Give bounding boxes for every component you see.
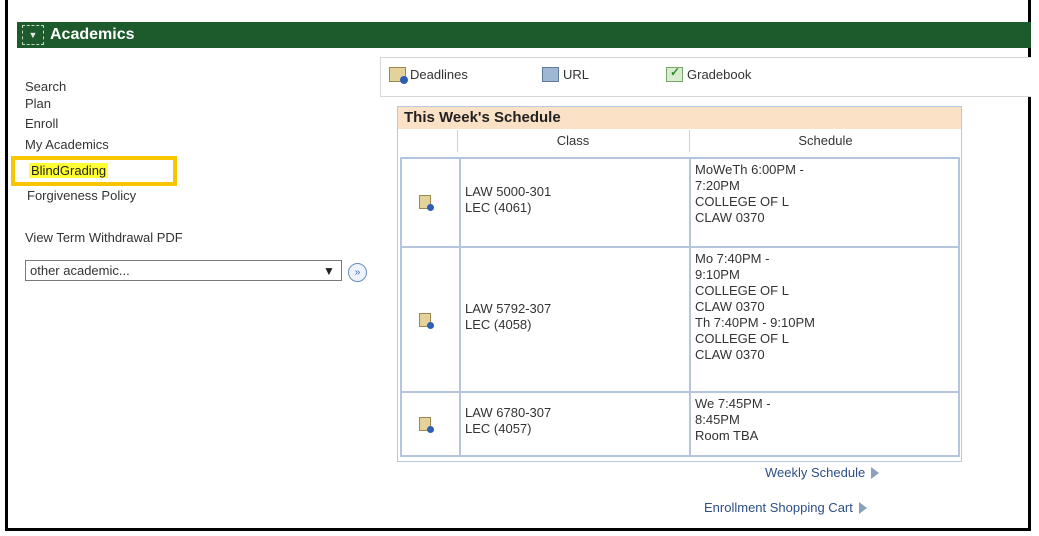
schedule-cell: We 7:45PM - 8:45PM Room TBA [691, 393, 958, 455]
weekly-schedule-label: Weekly Schedule [765, 465, 866, 480]
select-value: other academic... [30, 263, 130, 278]
class-details-icon[interactable] [419, 195, 434, 211]
schedule-line: 9:10PM [695, 267, 740, 282]
schedule-title: This Week's Schedule [398, 107, 961, 129]
arrow-right-icon [858, 501, 867, 514]
toolbar: Deadlines URL Gradebook [380, 57, 1031, 97]
table-row: LAW 5792-307 LEC (4058) Mo 7:40PM - 9:10… [400, 246, 960, 393]
schedule-line: CLAW 0370 [695, 347, 765, 362]
class-details-icon[interactable] [419, 417, 434, 433]
deadlines-label: Deadlines [410, 67, 468, 82]
class-details-icon[interactable] [419, 313, 434, 329]
table-row: LAW 6780-307 LEC (4057) We 7:45PM - 8:45… [400, 391, 960, 457]
column-header-class: Class [556, 133, 590, 148]
schedule-line: Mo 7:40PM - [695, 251, 770, 266]
arrow-right-icon [871, 466, 880, 479]
enroll-link[interactable]: Enroll [25, 116, 58, 131]
row-icon-cell [402, 159, 461, 246]
schedule-line: CLAW 0370 [695, 299, 765, 314]
search-link[interactable]: Search [25, 79, 66, 94]
withdrawal-pdf-link[interactable]: View Term Withdrawal PDF [25, 230, 183, 245]
monitor-icon [542, 67, 559, 82]
class-code[interactable]: LAW 5792-307 [465, 301, 551, 317]
forgiveness-policy-link[interactable]: Forgiveness Policy [27, 188, 136, 203]
plan-link[interactable]: Plan [25, 96, 51, 111]
class-code[interactable]: LAW 5000-301 [465, 184, 551, 200]
header-title: Academics [50, 26, 135, 43]
gradebook-button[interactable]: Gradebook [666, 65, 752, 82]
column-header-schedule: Schedule [798, 133, 853, 148]
blind-grading-link[interactable]: BlindGrading [29, 163, 109, 178]
schedule-line: We 7:45PM - [695, 396, 771, 411]
url-label: URL [563, 67, 590, 82]
class-cell: LAW 5000-301 LEC (4061) [459, 159, 691, 246]
academics-header: ▼ Academics [17, 22, 1031, 48]
weekly-schedule-panel: This Week's Schedule Class Schedule LAW … [397, 106, 962, 462]
calendar-icon [389, 67, 408, 84]
chevron-down-icon: ▼ [323, 263, 335, 278]
class-section: LEC (4057) [465, 421, 532, 436]
schedule-line: MoWeTh 6:00PM - [695, 162, 804, 177]
schedule-line: COLLEGE OF L [695, 194, 789, 209]
class-code[interactable]: LAW 6780-307 [465, 405, 551, 421]
shopping-cart-label: Enrollment Shopping Cart [704, 500, 853, 515]
schedule-line: Room TBA [695, 428, 759, 443]
schedule-cell: MoWeTh 6:00PM - 7:20PM COLLEGE OF L CLAW… [691, 159, 958, 246]
class-section: LEC (4061) [465, 200, 532, 215]
schedule-line: Th 7:40PM - 9:10PM [695, 315, 815, 330]
class-cell: LAW 5792-307 LEC (4058) [459, 248, 691, 391]
schedule-line: 7:20PM [695, 178, 740, 193]
schedule-line: COLLEGE OF L [695, 283, 789, 298]
gradebook-label: Gradebook [687, 67, 752, 82]
schedule-cell: Mo 7:40PM - 9:10PM COLLEGE OF L CLAW 037… [691, 248, 958, 391]
schedule-line: CLAW 0370 [695, 210, 765, 225]
url-button[interactable]: URL [542, 67, 589, 82]
table-row: LAW 5000-301 LEC (4061) MoWeTh 6:00PM - … [400, 157, 960, 248]
weekly-schedule-link[interactable]: Weekly Schedule [765, 465, 880, 480]
row-icon-cell [402, 393, 461, 455]
collapse-icon[interactable]: ▼ [22, 25, 44, 45]
schedule-line: 8:45PM [695, 412, 740, 427]
checkmark-icon [666, 65, 683, 82]
shopping-cart-link[interactable]: Enrollment Shopping Cart [704, 500, 867, 515]
schedule-line: COLLEGE OF L [695, 331, 789, 346]
class-cell: LAW 6780-307 LEC (4057) [459, 393, 691, 455]
row-icon-cell [402, 248, 461, 391]
academic-select[interactable]: other academic... ▼ [25, 260, 342, 281]
deadlines-button[interactable]: Deadlines [389, 67, 468, 84]
class-section: LEC (4058) [465, 317, 532, 332]
go-button[interactable]: » [348, 263, 367, 282]
my-academics-link[interactable]: My Academics [25, 137, 109, 152]
